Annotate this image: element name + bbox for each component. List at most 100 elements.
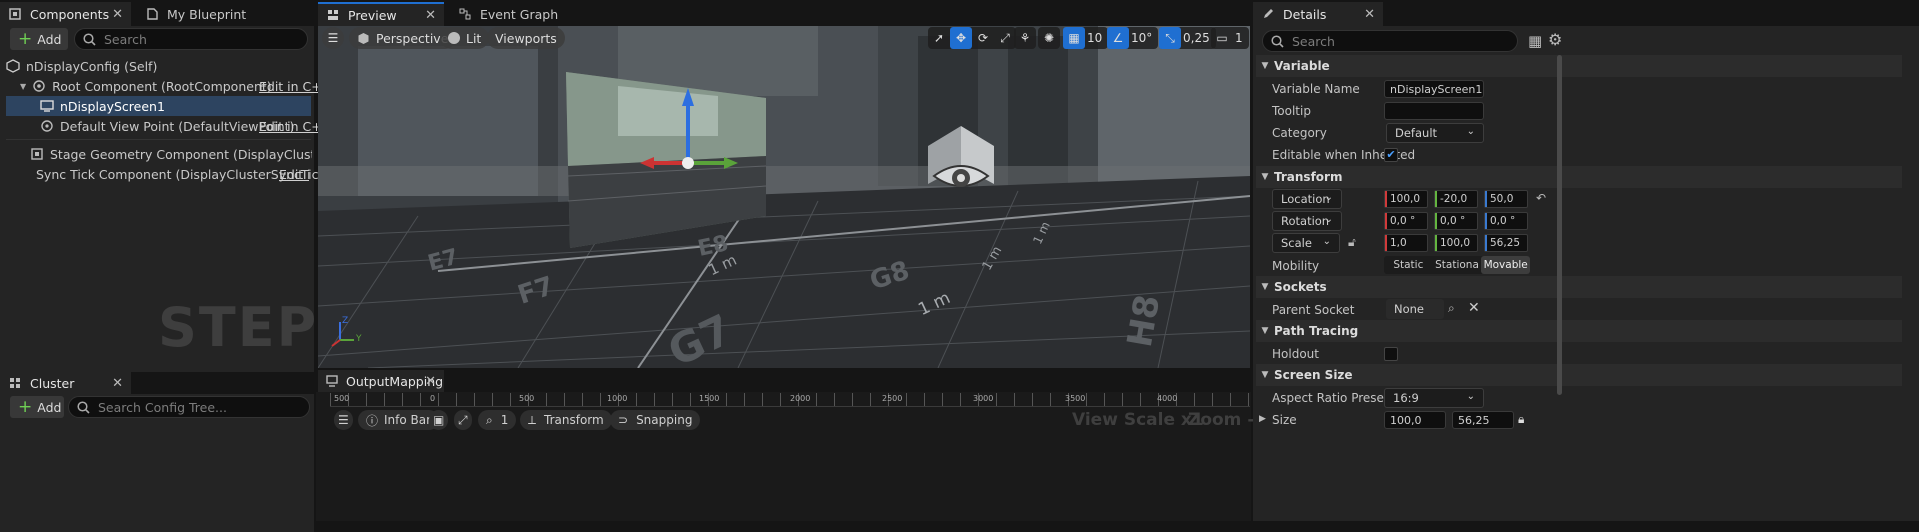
settings-gear-icon[interactable]: ⚙ (1548, 30, 1562, 49)
tab-details[interactable]: Details ✕ (1253, 2, 1383, 26)
expand-arrow-icon[interactable]: ▼ (20, 82, 26, 91)
rotation-y-field[interactable]: 0,0 ° (1434, 212, 1478, 230)
grid-snap-value: 10 (1087, 31, 1103, 45)
camera-icon[interactable]: ▭ (1211, 27, 1233, 49)
lit-button[interactable]: Lit (440, 27, 490, 49)
clear-x-icon[interactable]: ✕ (1468, 300, 1480, 316)
translate-icon[interactable]: ✥ (950, 27, 972, 49)
grid-snap[interactable]: ▦ 10 (1063, 27, 1109, 49)
close-icon[interactable]: ✕ (425, 374, 436, 389)
viewports-label: Viewports (495, 30, 557, 46)
add-component-button[interactable]: + Add (10, 28, 68, 50)
tab-output-mapping[interactable]: OutputMapping ✕ (318, 370, 444, 392)
rotation-z-field[interactable]: 0,0 ° (1484, 212, 1528, 230)
chevron-down-icon: ⌄ (1466, 391, 1475, 402)
mobility-static[interactable]: Static (1384, 256, 1433, 274)
section-transform[interactable]: ▼ Transform (1256, 166, 1902, 188)
rotation-snap-icon[interactable]: ∠ (1107, 27, 1129, 49)
location-x-field[interactable]: 100,0 (1384, 190, 1428, 208)
rotation-dropdown[interactable]: Rotation ⌄ (1272, 211, 1342, 231)
ruler-tick: 0 (430, 394, 436, 403)
parent-socket-field[interactable]: None (1386, 299, 1444, 319)
add-cluster-button[interactable]: + Add (10, 396, 64, 418)
mobility-stationary[interactable]: Stationa (1433, 256, 1482, 274)
scale-x-field[interactable]: 1,0 (1384, 234, 1428, 252)
fit-button[interactable]: ⤢ (454, 410, 472, 430)
rotation-snap[interactable]: ∠ 10° (1107, 27, 1159, 49)
section-path-tracing[interactable]: ▼ Path Tracing (1256, 320, 1902, 342)
section-variable[interactable]: ▼ Variable (1256, 55, 1902, 77)
location-y-field[interactable]: -20,0 (1434, 190, 1478, 208)
close-icon[interactable]: ✕ (1364, 7, 1375, 22)
camera-speed[interactable]: ▭ 1 (1211, 27, 1249, 49)
aspect-ratio-dropdown[interactable]: 16:9 ⌄ (1384, 388, 1484, 408)
rotate-icon[interactable]: ⟳ (972, 27, 994, 49)
close-icon[interactable]: ✕ (112, 376, 123, 391)
tab-my-blueprint[interactable]: My Blueprint (137, 2, 307, 26)
size-height-field[interactable]: 56,25 (1452, 411, 1514, 429)
location-z-field[interactable]: 50,0 (1484, 190, 1528, 208)
lock-icon[interactable]: 🔓︎ (1348, 235, 1356, 250)
edit-in-cpp-link[interactable]: Edit in (279, 167, 309, 182)
output-menu-button[interactable]: ☰ (334, 410, 353, 430)
cluster-search-input[interactable]: Search Config Tree... (68, 396, 310, 418)
tree-item-stage-geometry[interactable]: Stage Geometry Component (DisplayCluster… (6, 144, 312, 164)
snapping-button[interactable]: ⊃ Snapping (610, 410, 701, 430)
location-dropdown[interactable]: Location ⌄ (1272, 189, 1342, 209)
details-search-input[interactable]: Search (1262, 30, 1518, 52)
tooltip-field[interactable] (1384, 102, 1484, 120)
scale-dropdown[interactable]: Scale ⌄ (1272, 233, 1340, 253)
category-dropdown[interactable]: Default ⌄ (1386, 123, 1484, 143)
scale-y-field[interactable]: 100,0 (1434, 234, 1478, 252)
rotation-x-field[interactable]: 0,0 ° (1384, 212, 1428, 230)
expand-arrow-icon[interactable]: ▶ (1259, 414, 1266, 424)
section-transform-label: Transform (1274, 170, 1343, 184)
tab-preview-label: Preview (348, 7, 397, 23)
scale-snap-icon[interactable]: ⤡ (1159, 27, 1181, 49)
info-icon: ⓘ (366, 413, 379, 428)
select-icon[interactable]: ➚ (928, 27, 950, 49)
grid-snap-icon[interactable]: ▦ (1063, 27, 1085, 49)
close-icon[interactable]: ✕ (112, 7, 123, 22)
scale-z-field[interactable]: 56,25 (1484, 234, 1528, 252)
surface-snap-icon[interactable]: ✺ (1038, 27, 1060, 49)
viewports-button[interactable]: Viewports (487, 27, 565, 49)
section-sockets[interactable]: ▼ Sockets (1256, 276, 1902, 298)
tree-item-sync-tick[interactable]: Sync Tick Component (DisplayClusterSyncT… (6, 164, 331, 184)
holdout-checkbox[interactable] (1384, 347, 1398, 361)
tab-components[interactable]: Components ✕ (0, 2, 131, 26)
size-width-field[interactable]: 100,0 (1384, 411, 1446, 429)
table-view-icon[interactable]: ▦ (1528, 32, 1542, 50)
tab-cluster[interactable]: Cluster ✕ (0, 372, 131, 394)
transform-button[interactable]: ⟂ Transform (520, 410, 612, 430)
zoom-icon: ⌕ (486, 412, 493, 427)
browse-socket-icon[interactable]: ⌕ (1448, 301, 1455, 316)
close-icon[interactable]: ✕ (425, 8, 436, 23)
tree-item-ndisplayscreen1[interactable]: nDisplayScreen1 (6, 96, 306, 116)
scale-z: 56,25 (1490, 237, 1521, 249)
info-bar-button[interactable]: ⓘ Info Bar (358, 410, 440, 430)
mobility-movable[interactable]: Movable (1481, 256, 1531, 274)
scale-snap[interactable]: ⤡ 0,25 (1159, 27, 1216, 49)
details-search-placeholder: Search (1292, 33, 1335, 49)
zoom-button[interactable]: ⌕ 1 (478, 410, 517, 430)
viewport-menu-button[interactable]: ☰ (322, 27, 344, 49)
lock-icon[interactable]: 🔒︎ (1518, 412, 1524, 427)
preview-viewport[interactable]: E7 F7 G7 E8 F8 G8 H8 1 m 1 m 1 m 1 m Z Y (318, 26, 1250, 368)
scale-icon[interactable]: ⤢ (994, 27, 1016, 49)
details-scrollbar[interactable] (1557, 55, 1562, 395)
world-space-icon[interactable]: ⚘ (1014, 27, 1036, 49)
component-search-input[interactable]: Search (74, 28, 308, 50)
tab-event-graph[interactable]: Event Graph (450, 2, 570, 26)
editable-inherited-checkbox[interactable]: ✔ (1384, 148, 1398, 162)
axis-label-y: Y (356, 334, 362, 344)
tab-preview[interactable]: Preview ✕ (318, 2, 444, 26)
rotation-label: Rotation (1281, 214, 1330, 228)
variable-name-field[interactable]: nDisplayScreen1 (1384, 80, 1484, 98)
section-screen-size[interactable]: ▼ Screen Size (1256, 364, 1902, 386)
screen-icon (40, 100, 54, 112)
reset-arrow-icon[interactable]: ↶ (1536, 191, 1546, 205)
tree-item-self[interactable]: nDisplayConfig (Self) (6, 56, 306, 76)
ruler-tick: 500 (334, 394, 350, 403)
snapping-label: Snapping (636, 413, 693, 427)
